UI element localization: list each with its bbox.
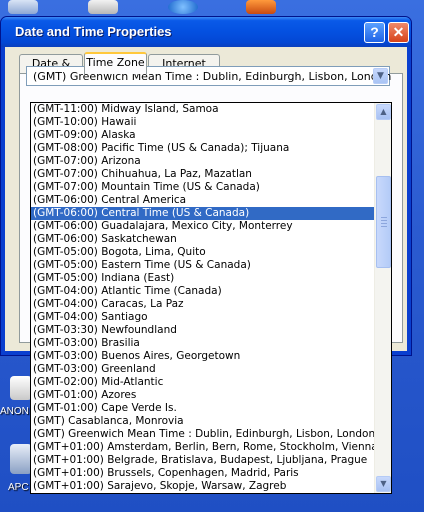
timezone-dropdown-list[interactable]: (GMT-11:00) Midway Island, Samoa (GMT-10:… [30, 102, 392, 494]
timezone-option[interactable]: (GMT+01:00) Belgrade, Bratislava, Budape… [31, 454, 375, 467]
desktop-icon-shortcut[interactable] [88, 0, 118, 14]
desktop-icon-anon[interactable] [10, 376, 32, 400]
timezone-option[interactable]: (GMT-04:00) Atlantic Time (Canada) [31, 285, 375, 298]
desktop-label-anon: ANON [0, 406, 29, 417]
scroll-up-icon[interactable]: ▲ [376, 104, 391, 120]
timezone-option[interactable]: (GMT-11:00) Midway Island, Samoa [31, 103, 375, 116]
timezone-option[interactable]: (GMT-06:00) Guadalajara, Mexico City, Mo… [31, 220, 375, 233]
timezone-option[interactable]: (GMT-01:00) Azores [31, 389, 375, 402]
scroll-down-icon[interactable]: ▼ [376, 476, 391, 492]
timezone-option[interactable]: (GMT) Greenwich Mean Time : Dublin, Edin… [31, 428, 375, 441]
dropdown-scrollbar[interactable]: ▲ ▼ [374, 103, 391, 493]
close-button[interactable]: ✕ [388, 22, 409, 43]
desktop-icon-internet-explorer[interactable] [168, 0, 198, 14]
timezone-option[interactable]: (GMT-03:30) Newfoundland [31, 324, 375, 337]
desktop-icon-computer[interactable] [8, 0, 38, 14]
help-button[interactable]: ? [364, 22, 385, 43]
timezone-option[interactable]: (GMT-06:00) Saskatchewan [31, 233, 375, 246]
desktop-label-apc: APC [8, 482, 29, 493]
timezone-option[interactable]: (GMT) Casablanca, Monrovia [31, 415, 375, 428]
scrollbar-thumb[interactable] [376, 176, 391, 268]
timezone-combo-box[interactable]: (GMT) Greenwich Mean Time : Dublin, Edin… [26, 66, 391, 86]
timezone-option[interactable]: (GMT-03:00) Buenos Aires, Georgetown [31, 350, 375, 363]
tab-time-zone[interactable]: Time Zone [84, 52, 147, 74]
timezone-option[interactable]: (GMT-09:00) Alaska [31, 129, 375, 142]
timezone-option[interactable]: (GMT-07:00) Mountain Time (US & Canada) [31, 181, 375, 194]
chevron-down-icon[interactable]: ▼ [373, 68, 388, 84]
timezone-option[interactable]: (GMT-10:00) Hawaii [31, 116, 375, 129]
timezone-option[interactable]: (GMT+01:00) Amsterdam, Berlin, Bern, Rom… [31, 441, 375, 454]
timezone-options: (GMT-11:00) Midway Island, Samoa (GMT-10:… [31, 103, 375, 493]
timezone-option[interactable]: (GMT-05:00) Eastern Time (US & Canada) [31, 259, 375, 272]
timezone-option[interactable]: (GMT-07:00) Chihuahua, La Paz, Mazatlan [31, 168, 375, 181]
timezone-option[interactable]: (GMT-05:00) Bogota, Lima, Quito [31, 246, 375, 259]
timezone-option[interactable]: (GMT-03:00) Greenland [31, 363, 375, 376]
timezone-option[interactable]: (GMT-04:00) Santiago [31, 311, 375, 324]
timezone-option[interactable]: (GMT-07:00) Arizona [31, 155, 375, 168]
timezone-option[interactable]: (GMT-08:00) Pacific Time (US & Canada); … [31, 142, 375, 155]
desktop-icon-apc[interactable] [10, 444, 32, 474]
timezone-option[interactable]: (GMT-01:00) Cape Verde Is. [31, 402, 375, 415]
timezone-option[interactable]: (GMT-06:00) Central Time (US & Canada) [31, 207, 375, 220]
desktop-icon-media[interactable] [246, 0, 276, 14]
timezone-option[interactable]: (GMT+01:00) Brussels, Copenhagen, Madrid… [31, 467, 375, 480]
timezone-option[interactable]: (GMT-03:00) Brasilia [31, 337, 375, 350]
window-titlebar[interactable]: Date and Time Properties ? ✕ [1, 17, 411, 47]
window-title: Date and Time Properties [15, 24, 172, 39]
timezone-option[interactable]: (GMT+01:00) Sarajevo, Skopje, Warsaw, Za… [31, 480, 375, 493]
timezone-option[interactable]: (GMT-02:00) Mid-Atlantic [31, 376, 375, 389]
timezone-option[interactable]: (GMT-06:00) Central America [31, 194, 375, 207]
timezone-option[interactable]: (GMT-04:00) Caracas, La Paz [31, 298, 375, 311]
timezone-option[interactable]: (GMT-05:00) Indiana (East) [31, 272, 375, 285]
